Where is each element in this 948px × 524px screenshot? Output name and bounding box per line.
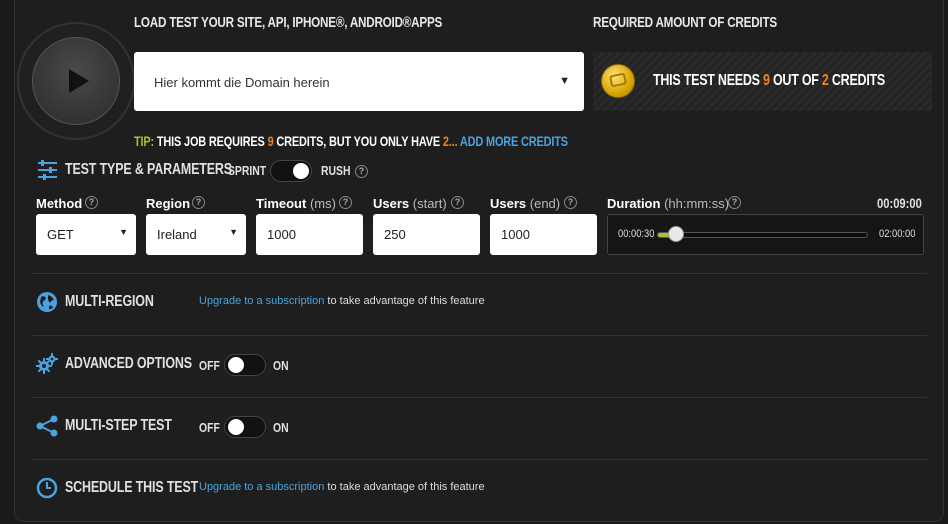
region-label: Region [146, 196, 191, 211]
help-icon[interactable]: ? [451, 196, 464, 209]
upgrade-subscription-link[interactable]: Upgrade to a subscription [199, 481, 324, 493]
advanced-options-toggle[interactable] [224, 354, 266, 376]
toggle-knob [228, 357, 244, 373]
method-label: Method [36, 196, 83, 211]
multi-region-title: MULTI-REGION [65, 293, 154, 310]
sliders-icon [38, 160, 57, 180]
credits-box: THIS TEST NEEDS 9 OUT OF 2 CREDITS [593, 52, 932, 111]
timeout-label: Timeout (ms) [256, 196, 336, 211]
multi-step-on-label: ON [273, 420, 289, 435]
users-start-input[interactable]: 250 [373, 214, 480, 255]
play-button-face[interactable] [32, 37, 120, 125]
region-select[interactable]: Ireland ▼ [146, 214, 246, 255]
start-test-button[interactable] [17, 22, 135, 140]
globe-icon [37, 292, 57, 312]
advanced-off-label: OFF [199, 358, 220, 373]
duration-slider-box: 00:00:30 02:00:00 [607, 214, 924, 255]
credits-needed: 9 [762, 72, 770, 89]
dropdown-arrow-icon: ▼ [229, 227, 238, 237]
multi-step-off-label: OFF [199, 420, 220, 435]
page-title: LOAD TEST YOUR SITE, API, IPHONE®, ANDRO… [134, 14, 443, 31]
method-select[interactable]: GET ▼ [36, 214, 136, 255]
domain-select[interactable]: Hier kommt die Domain herein ▼ [134, 52, 584, 111]
help-icon[interactable]: ? [339, 196, 352, 209]
play-icon [69, 69, 89, 93]
divider [32, 397, 927, 398]
share-nodes-icon [36, 415, 58, 437]
help-icon[interactable]: ? [355, 165, 368, 178]
dropdown-arrow-icon: ▼ [559, 75, 570, 87]
toggle-knob [228, 419, 244, 435]
help-icon[interactable]: ? [728, 196, 741, 209]
sprint-rush-toggle[interactable] [270, 160, 312, 182]
coin-icon [601, 64, 635, 98]
upgrade-subscription-link[interactable]: Upgrade to a subscription [199, 295, 324, 307]
advanced-options-title: ADVANCED OPTIONS [65, 355, 192, 372]
schedule-upgrade-text: Upgrade to a subscription to take advant… [199, 481, 485, 493]
help-icon[interactable]: ? [85, 196, 98, 209]
divider [32, 273, 927, 274]
divider [32, 335, 927, 336]
duration-label: Duration (hh:mm:ss) [607, 196, 730, 211]
duration-min: 00:00:30 [618, 228, 655, 240]
tip-label: TIP: [134, 133, 155, 149]
advanced-on-label: ON [273, 358, 289, 373]
users-end-label: Users (end) [490, 196, 561, 211]
duration-max: 02:00:00 [879, 228, 916, 240]
duration-slider-handle[interactable] [667, 226, 684, 242]
toggle-knob [293, 163, 309, 179]
duration-value: 00:09:00 [877, 195, 922, 211]
rush-label: RUSH [321, 163, 351, 178]
multi-step-toggle[interactable] [224, 416, 266, 438]
help-icon[interactable]: ? [192, 196, 205, 209]
multi-region-upgrade-text: Upgrade to a subscription to take advant… [199, 295, 485, 307]
clock-icon [36, 477, 58, 499]
duration-slider-track[interactable] [657, 232, 868, 238]
help-icon[interactable]: ? [564, 196, 577, 209]
users-start-label: Users (start) [373, 196, 447, 211]
schedule-title: SCHEDULE THIS TEST [65, 479, 199, 496]
gears-icon [36, 353, 58, 374]
add-more-credits-link[interactable]: ADD MORE CREDITS [460, 133, 568, 149]
params-title: TEST TYPE & PARAMETERS [65, 161, 232, 178]
users-end-input[interactable]: 1000 [490, 214, 597, 255]
credits-summary: THIS TEST NEEDS 9 OUT OF 2 CREDITS [653, 72, 886, 89]
sprint-label: SPRINT [228, 163, 267, 178]
multi-step-title: MULTI-STEP TEST [65, 417, 172, 434]
domain-value: Hier kommt die Domain herein [154, 75, 330, 90]
tip-text: TIP: THIS JOB REQUIRES 9 CREDITS, BUT YO… [134, 133, 568, 149]
timeout-input[interactable]: 1000 [256, 214, 363, 255]
divider [32, 459, 927, 460]
dropdown-arrow-icon: ▼ [119, 227, 128, 237]
credits-have: 2 [821, 72, 829, 89]
credits-title: REQUIRED AMOUNT OF CREDITS [593, 14, 777, 31]
